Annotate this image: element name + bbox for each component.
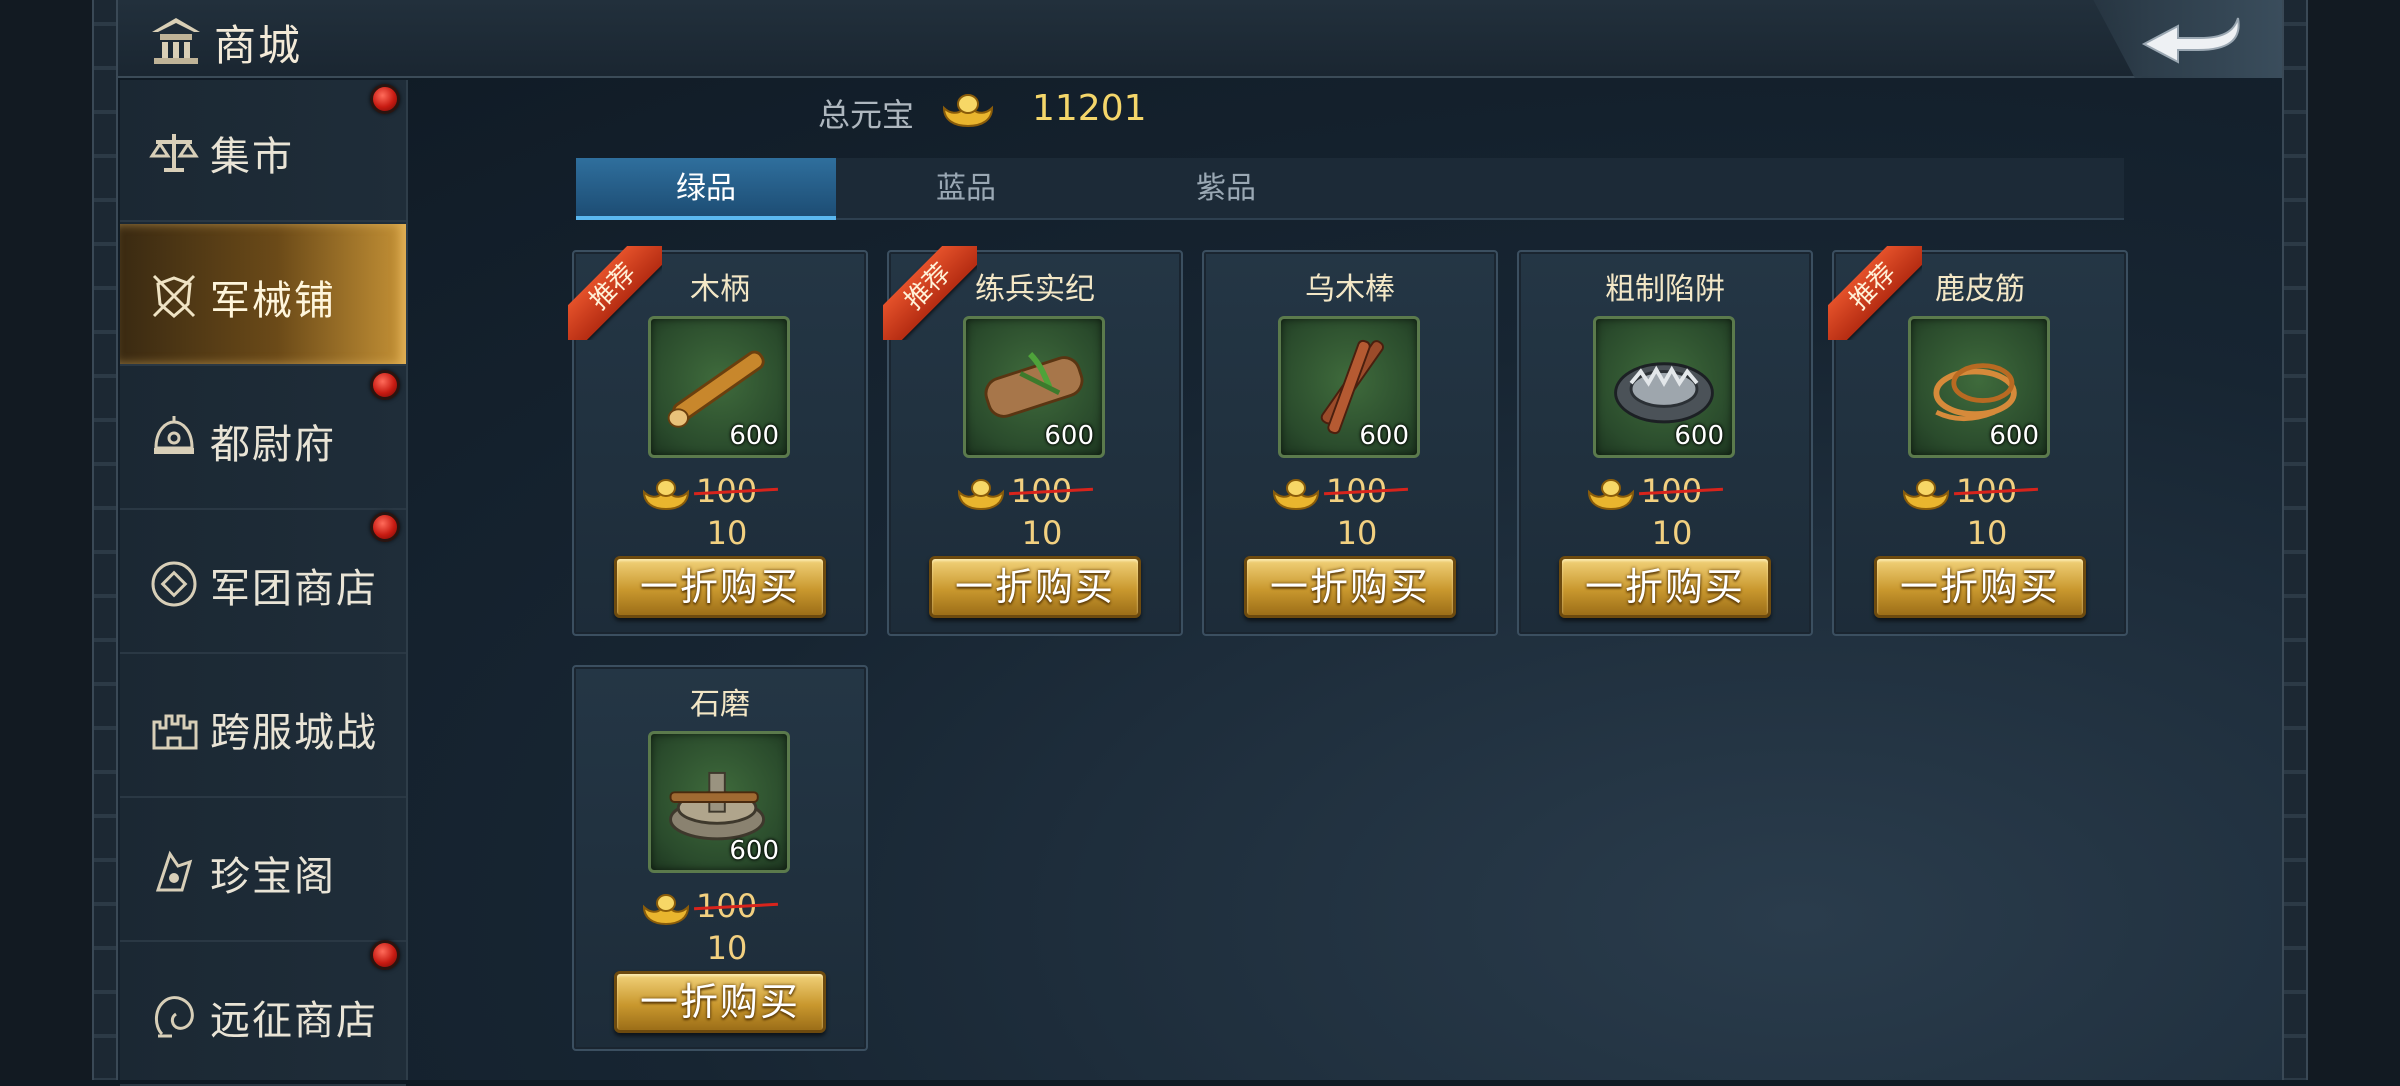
item-quantity: 600: [1989, 421, 2039, 451]
return-arrow-icon: [2141, 17, 2240, 64]
product-card[interactable]: 乌木棒 600 100 10 一折购买: [1202, 250, 1498, 636]
sidebar-item-expedition-shop[interactable]: 远征商店: [120, 944, 406, 1086]
gold-ingot-icon: [642, 479, 690, 511]
buy-discount-button[interactable]: 一折购买: [929, 556, 1141, 618]
gold-ingot-icon: [1902, 479, 1950, 511]
sidebar-item-market[interactable]: 集市: [120, 80, 406, 222]
product-name: 木柄: [690, 272, 750, 307]
buy-discount-button[interactable]: 一折购买: [1874, 556, 2086, 618]
left-edge: [0, 0, 92, 1080]
coin-emblem-icon: [151, 561, 197, 607]
page-title: 商城: [214, 21, 303, 70]
pavilion-icon: [152, 18, 200, 64]
sidebar-item-label: 集市: [210, 134, 294, 180]
item-slot[interactable]: 600: [1593, 316, 1735, 458]
left-border-pattern: [92, 0, 118, 1080]
treasure-icon: [155, 850, 193, 892]
sidebar-item-legion-shop[interactable]: 军团商店: [120, 512, 406, 654]
buy-discount-button[interactable]: 一折购买: [614, 556, 826, 618]
sidebar-item-label: 都尉府: [210, 422, 336, 468]
currency-value: 11201: [1032, 88, 1147, 129]
buy-discount-button[interactable]: 一折购买: [614, 971, 826, 1033]
shield-swords-icon: [152, 274, 196, 318]
scale-icon: [149, 134, 199, 172]
right-edge: [2308, 0, 2400, 1080]
sidebar-item-label: 珍宝阁: [210, 854, 336, 900]
product-name: 石磨: [690, 687, 750, 722]
buy-discount-button[interactable]: 一折购买: [1559, 556, 1771, 618]
game-screen: 商城 集市 军械铺 都尉府 军团商店 跨服城战 珍宝阁 远征商店 总元宝 112…: [0, 0, 2400, 1086]
discount-price: 10: [706, 514, 748, 552]
product-name: 粗制陷阱: [1605, 272, 1725, 307]
item-slot[interactable]: 600: [963, 316, 1105, 458]
item-quantity: 600: [1359, 421, 1409, 451]
quality-tabs: 绿品 蓝品 紫品: [576, 158, 2124, 220]
gold-ingot-icon: [642, 894, 690, 926]
product-card[interactable]: 粗制陷阱 600 100 10 一折购买: [1517, 250, 1813, 636]
item-slot[interactable]: 600: [1908, 316, 2050, 458]
item-quantity: 600: [729, 421, 779, 451]
gold-ingot-icon: [957, 479, 1005, 511]
sidebar: 集市 军械铺 都尉府 军团商店 跨服城战 珍宝阁 远征商店: [120, 80, 408, 1086]
discount-price: 10: [1966, 514, 2008, 552]
discount-price: 10: [706, 929, 748, 967]
product-card[interactable]: 推荐 鹿皮筋 600 100 10 一折购买: [1828, 246, 2128, 636]
discount-price: 10: [1651, 514, 1693, 552]
product-name: 鹿皮筋: [1935, 272, 2025, 307]
expedition-icon: [155, 996, 194, 1038]
gold-ingot-icon: [942, 94, 994, 128]
sidebar-item-label: 跨服城战: [210, 710, 378, 756]
item-quantity: 600: [1674, 421, 1724, 451]
helmet-icon: [154, 416, 194, 454]
castle-icon: [152, 714, 198, 750]
product-card[interactable]: 石磨 600 100 10 一折购买: [572, 665, 868, 1051]
tab-green[interactable]: 绿品: [576, 158, 836, 220]
right-border-pattern: [2282, 0, 2308, 1080]
notification-badge: [370, 512, 400, 542]
item-slot[interactable]: 600: [648, 731, 790, 873]
discount-price: 10: [1336, 514, 1378, 552]
notification-badge: [370, 84, 400, 114]
product-name: 乌木棒: [1305, 272, 1395, 307]
gold-ingot-icon: [1272, 479, 1320, 511]
item-quantity: 600: [1044, 421, 1094, 451]
product-card[interactable]: 推荐 练兵实纪 600 100 10 一折购买: [883, 246, 1183, 636]
sidebar-item-cross-server-war[interactable]: 跨服城战: [120, 656, 406, 798]
notification-badge: [370, 370, 400, 400]
item-slot[interactable]: 600: [1278, 316, 1420, 458]
sidebar-item-label: 军械铺: [210, 278, 336, 324]
product-name: 练兵实纪: [975, 272, 1095, 307]
discount-price: 10: [1021, 514, 1063, 552]
tab-purple[interactable]: 紫品: [1096, 158, 1356, 220]
back-button[interactable]: [2093, 0, 2282, 78]
sidebar-item-commandant[interactable]: 都尉府: [120, 368, 406, 510]
item-slot[interactable]: 600: [648, 316, 790, 458]
sidebar-item-label: 军团商店: [210, 566, 378, 612]
header-bar: 商城: [118, 0, 2282, 78]
notification-badge: [370, 940, 400, 970]
item-quantity: 600: [729, 836, 779, 866]
product-card[interactable]: 推荐 木柄 600 100 10 一折购买: [568, 246, 868, 636]
buy-discount-button[interactable]: 一折购买: [1244, 556, 1456, 618]
sidebar-item-armory[interactable]: 军械铺: [120, 224, 406, 366]
tab-blue[interactable]: 蓝品: [836, 158, 1096, 220]
sidebar-item-label: 远征商店: [210, 998, 378, 1044]
sidebar-item-treasure-pavilion[interactable]: 珍宝阁: [120, 800, 406, 942]
currency-label: 总元宝: [818, 96, 915, 134]
gold-ingot-icon: [1587, 479, 1635, 511]
